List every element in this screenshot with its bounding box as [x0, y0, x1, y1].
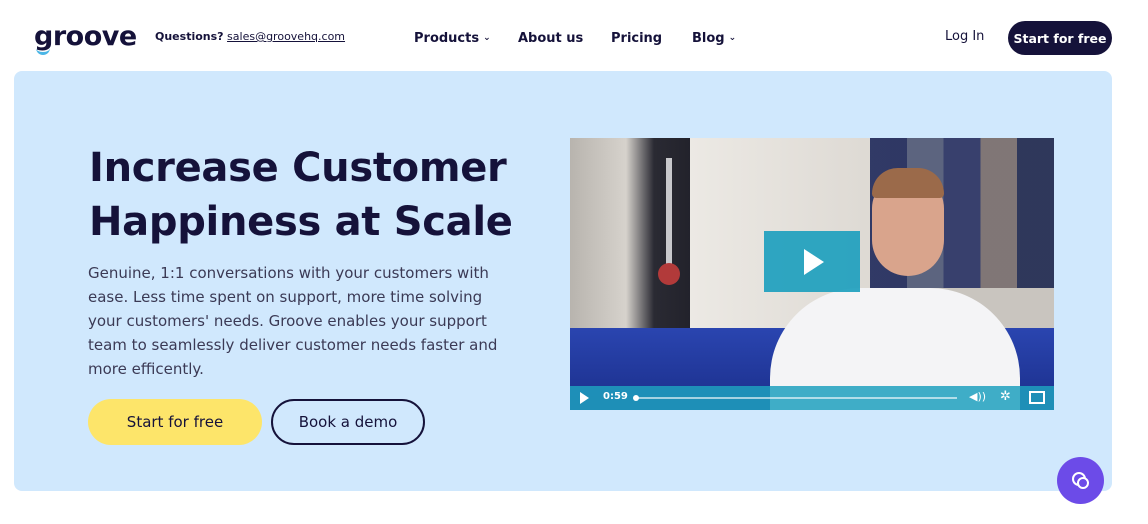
login-link[interactable]: Log In — [945, 29, 984, 44]
volume-icon[interactable]: ◀)) — [969, 390, 986, 403]
header-start-free-button[interactable]: Start for free — [1008, 21, 1112, 55]
site-header: groove Questions? sales@groovehq.com Pro… — [0, 0, 1148, 72]
settings-gear-icon[interactable]: ✲ — [1000, 389, 1011, 404]
video-progress-track[interactable] — [635, 397, 957, 399]
chat-bubble-icon — [1071, 471, 1089, 489]
play-icon[interactable] — [580, 392, 589, 404]
video-scooter — [666, 158, 672, 278]
questions-label: Questions? — [155, 30, 224, 43]
nav-products[interactable]: Products ⌄ — [414, 28, 491, 48]
hero-start-free-button[interactable]: Start for free — [88, 399, 262, 445]
groove-logo[interactable]: groove — [34, 22, 137, 56]
chevron-down-icon: ⌄ — [728, 33, 737, 43]
logo-smile-icon — [36, 48, 50, 55]
video-person-hair — [872, 168, 944, 198]
nav-blog-label: Blog — [692, 30, 725, 46]
nav-blog[interactable]: Blog ⌄ — [692, 28, 736, 48]
nav-pricing-label: Pricing — [611, 30, 663, 46]
nav-about-us[interactable]: About us — [518, 28, 583, 48]
nav-about-label: About us — [518, 30, 584, 46]
sales-email-link[interactable]: sales@groovehq.com — [227, 30, 345, 43]
video-progress-knob[interactable] — [633, 395, 639, 401]
chevron-down-icon: ⌄ — [483, 33, 491, 43]
nav-pricing[interactable]: Pricing — [611, 28, 662, 48]
play-icon — [804, 248, 824, 275]
video-controls-bar: 0:59 ◀)) ✲ — [570, 386, 1054, 410]
big-play-button[interactable] — [764, 231, 860, 292]
contact-questions: Questions? sales@groovehq.com — [155, 30, 345, 43]
book-demo-button[interactable]: Book a demo — [271, 399, 425, 445]
chat-launcher-button[interactable] — [1057, 457, 1104, 504]
hero-headline: Increase Customer Happiness at Scale — [89, 145, 513, 245]
hero-section: Increase Customer Happiness at Scale Gen… — [14, 71, 1112, 491]
video-player[interactable]: 0:59 ◀)) ✲ — [570, 138, 1054, 410]
video-time: 0:59 — [603, 391, 628, 402]
nav-products-label: Products — [414, 30, 480, 46]
video-scooter-wheel — [658, 263, 680, 285]
hero-description: Genuine, 1:1 conversations with your cus… — [88, 264, 498, 378]
fullscreen-icon[interactable] — [1029, 391, 1045, 404]
